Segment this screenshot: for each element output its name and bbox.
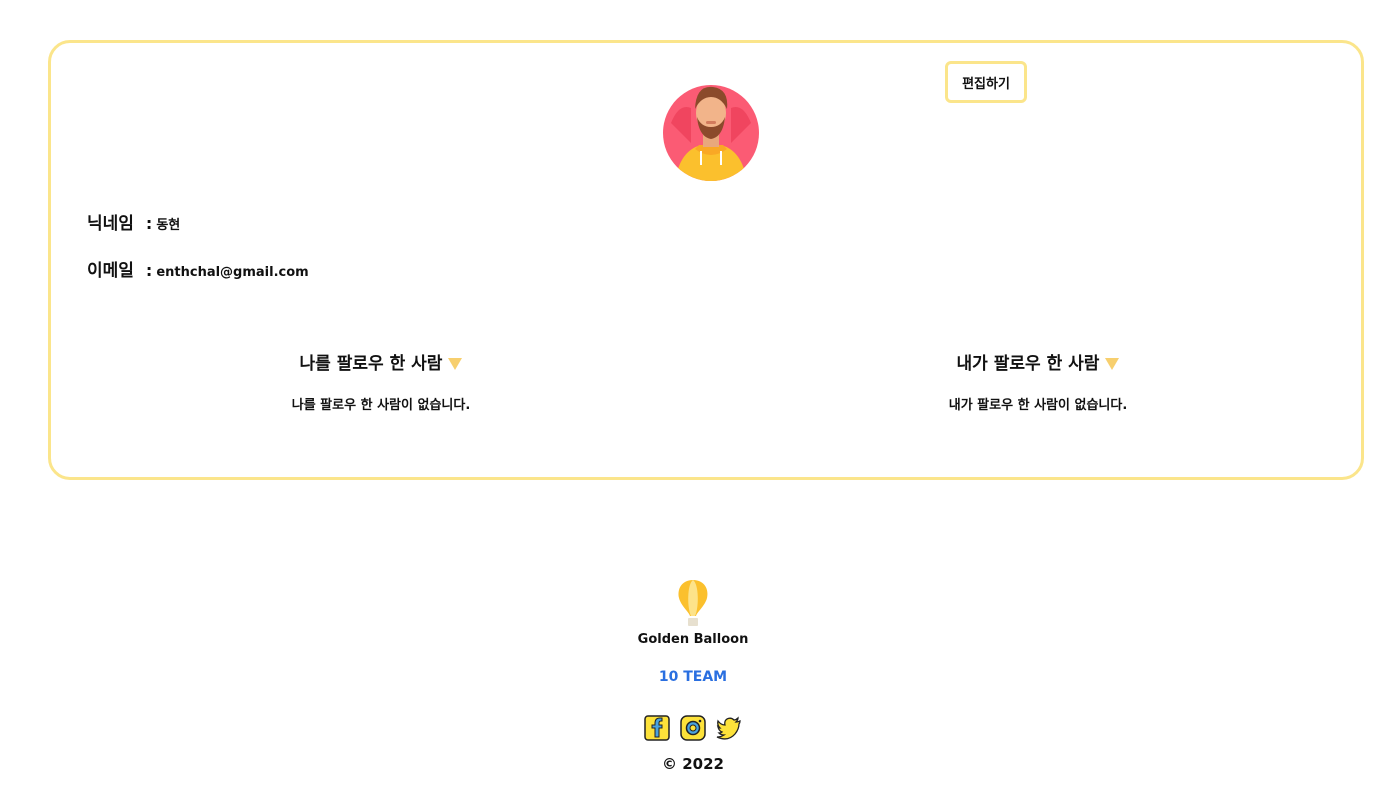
edit-profile-button[interactable]: 편집하기 (945, 61, 1027, 103)
email-row: 이메일 : enthchal@gmail.com (87, 256, 309, 281)
facebook-icon[interactable] (644, 715, 670, 741)
triangle-down-icon (448, 357, 463, 370)
followers-empty-message: 나를 팔로우 한 사람이 없습니다. (291, 398, 471, 413)
social-links (0, 715, 1386, 741)
following-toggle[interactable]: 내가 팔로우 한 사람 (957, 349, 1120, 374)
triangle-down-icon (1105, 357, 1120, 370)
followers-section: 나를 팔로우 한 사람 나를 팔로우 한 사람이 없습니다. (181, 349, 581, 413)
nickname-value: 동현 (156, 218, 181, 233)
nickname-colon: : (145, 214, 153, 233)
team-link[interactable]: 10 TEAM (659, 669, 727, 685)
copyright: © 2022 (662, 755, 724, 773)
email-colon: : (145, 261, 153, 280)
avatar (663, 85, 759, 181)
nickname-label: 닉네임 (87, 214, 134, 234)
following-title: 내가 팔로우 한 사람 (956, 354, 1100, 374)
following-empty-message: 내가 팔로우 한 사람이 없습니다. (948, 398, 1128, 413)
following-section: 내가 팔로우 한 사람 내가 팔로우 한 사람이 없습니다. (838, 349, 1238, 413)
nickname-row: 닉네임 : 동현 (87, 209, 180, 234)
instagram-icon[interactable] (680, 715, 706, 741)
email-value: enthchal@gmail.com (156, 265, 309, 280)
brand-name: Golden Balloon (637, 632, 749, 647)
balloon-logo-icon (678, 580, 708, 626)
followers-title: 나를 팔로우 한 사람 (299, 354, 443, 374)
footer: Golden Balloon 10 TEAM © 2022 (0, 578, 1386, 773)
profile-card: 편집하기 닉네임 : 동현 이메일 : enthchal@gmail.com 나… (48, 40, 1364, 480)
twitter-icon[interactable] (716, 715, 742, 741)
email-label: 이메일 (87, 261, 134, 281)
followers-toggle[interactable]: 나를 팔로우 한 사람 (300, 349, 463, 374)
